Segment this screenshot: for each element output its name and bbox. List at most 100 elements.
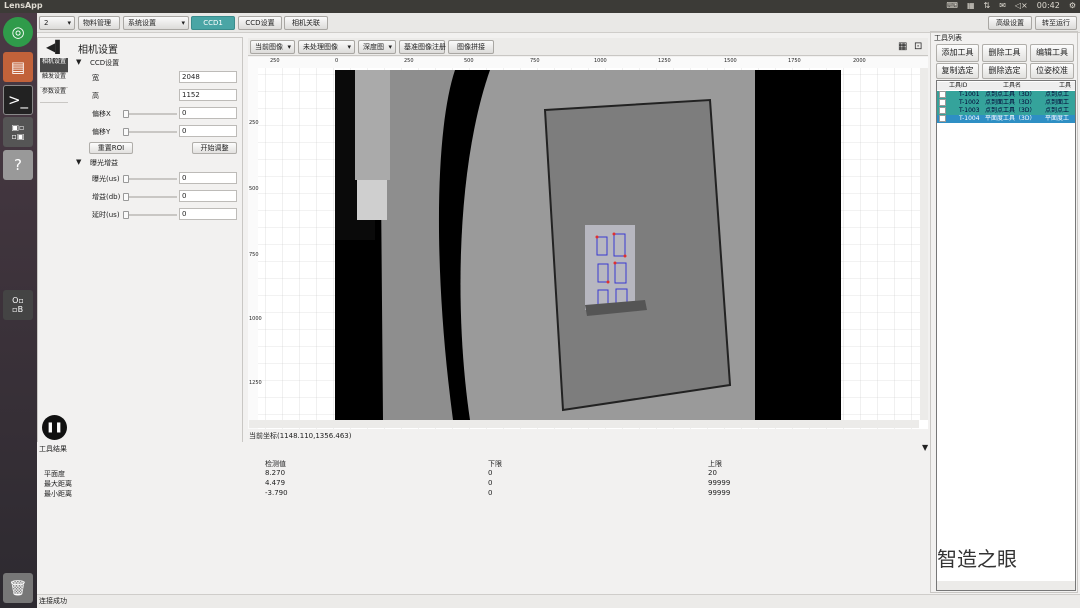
grid-icon[interactable]: ▦ bbox=[967, 1, 975, 10]
network-icon[interactable]: ⇅ bbox=[984, 1, 991, 10]
clock[interactable]: 00:42 bbox=[1037, 1, 1060, 10]
delete-tool-button[interactable]: 删除工具 bbox=[982, 44, 1027, 62]
tab-ccd1[interactable]: CCD1 bbox=[191, 16, 235, 30]
result-value: -3.790 bbox=[265, 489, 288, 497]
delay-label: 延时(us) bbox=[92, 211, 120, 219]
tool-row-selected[interactable]: T-1004 平面度工具（3D） 平面度工 bbox=[937, 115, 1075, 123]
terminal-icon[interactable]: >_ bbox=[3, 85, 33, 115]
height-input[interactable]: 1152 bbox=[179, 89, 237, 101]
reset-roi-button[interactable]: 重置ROI bbox=[89, 142, 133, 154]
col-low-header: 下限 bbox=[488, 460, 502, 468]
add-tool-button[interactable]: 添加工具 bbox=[936, 44, 979, 62]
gain-slider[interactable] bbox=[123, 193, 177, 201]
gear-icon[interactable]: ⚙ bbox=[1069, 1, 1076, 10]
ubuntu-icon[interactable]: ◎ bbox=[3, 17, 33, 47]
result-low: 0 bbox=[488, 479, 493, 487]
unprocessed-dropdown[interactable]: 未处理图像 bbox=[298, 40, 355, 54]
slider-knob[interactable] bbox=[123, 110, 129, 118]
offset-x-input[interactable]: 0 bbox=[179, 107, 237, 119]
tab-param-settings[interactable]: 参数设置 bbox=[40, 88, 68, 103]
exposure-section-chevron-icon[interactable]: ▼ bbox=[76, 158, 81, 166]
ref-register-button[interactable]: 基准图像注册 bbox=[399, 40, 446, 54]
tab-ccd-settings[interactable]: CCD设置 bbox=[238, 16, 282, 30]
depth-image[interactable] bbox=[335, 70, 841, 420]
tab-trigger-settings[interactable]: 触发设置 bbox=[40, 73, 68, 88]
tool-row[interactable]: T-1002 点到面工具（3D） 点到面工 bbox=[937, 99, 1075, 107]
result-value: 8.270 bbox=[265, 469, 286, 477]
horizontal-scrollbar[interactable] bbox=[249, 420, 919, 428]
row-checkbox[interactable] bbox=[939, 115, 946, 122]
tool-list-scrollbar[interactable] bbox=[937, 581, 1075, 590]
width-input[interactable]: 2048 bbox=[179, 71, 237, 83]
slider-knob[interactable] bbox=[123, 193, 129, 201]
vertical-scrollbar[interactable] bbox=[920, 68, 928, 420]
results-collapse-icon[interactable]: ▼ bbox=[922, 443, 928, 452]
help-icon[interactable]: ? bbox=[3, 150, 33, 180]
keyboard-icon[interactable]: ⌨ bbox=[946, 1, 958, 10]
result-name: 最大距离 bbox=[44, 480, 72, 488]
top-ruler: 250 0 250 500 750 1000 1250 1500 1750 20… bbox=[270, 58, 866, 64]
exposure-slider[interactable] bbox=[123, 175, 177, 183]
row-checkbox[interactable] bbox=[939, 99, 946, 106]
status-text: 连接成功 bbox=[39, 597, 67, 605]
slider-knob[interactable] bbox=[123, 211, 129, 219]
tab-camera-settings[interactable]: 相机设置 bbox=[40, 58, 68, 73]
result-high: 99999 bbox=[708, 489, 731, 497]
slider-knob[interactable] bbox=[123, 175, 129, 183]
result-low: 0 bbox=[488, 489, 493, 497]
launcher: ◎ ▤ >_ ▣▫ ▫▣ ? O▫ ▫B 🗑 bbox=[0, 13, 37, 608]
depth-region-block bbox=[357, 180, 387, 220]
row-checkbox[interactable] bbox=[939, 107, 946, 114]
result-name: 最小距离 bbox=[44, 490, 72, 498]
tool-row[interactable]: T-1003 点到点工具（3D） 点到点工 bbox=[937, 107, 1075, 115]
gain-input[interactable]: 0 bbox=[179, 190, 237, 202]
tool-row[interactable]: T-1001 点到点工具（3D） 点到点工 bbox=[937, 91, 1075, 99]
copy-selected-button[interactable]: 复制选定 bbox=[936, 63, 979, 79]
delay-input[interactable]: 0 bbox=[179, 208, 237, 220]
system-settings-dropdown[interactable]: 系统设置 bbox=[123, 16, 189, 30]
offset-x-slider[interactable] bbox=[123, 110, 177, 118]
advanced-settings-button[interactable]: 高级设置 bbox=[988, 16, 1032, 30]
depth-image-content bbox=[335, 70, 841, 420]
offset-y-input[interactable]: 0 bbox=[179, 125, 237, 137]
ccd-section-chevron-icon[interactable]: ▼ bbox=[76, 58, 81, 66]
product-combo[interactable]: 2 bbox=[39, 16, 75, 30]
delay-slider[interactable] bbox=[123, 211, 177, 219]
pause-icon[interactable]: ❚❚ bbox=[42, 415, 67, 440]
offset-x-label: 偏移X bbox=[92, 110, 111, 118]
files-icon[interactable]: ▤ bbox=[3, 52, 33, 82]
row-checkbox[interactable] bbox=[939, 91, 946, 98]
volume-icon[interactable]: ◁× bbox=[1015, 1, 1028, 10]
material-mgmt-button[interactable]: 物料管理 bbox=[78, 16, 120, 30]
mail-icon[interactable]: ✉ bbox=[999, 1, 1006, 10]
edit-tool-button[interactable]: 编辑工具 bbox=[1030, 44, 1074, 62]
exposure-input[interactable]: 0 bbox=[179, 172, 237, 184]
tool-list-title: 工具列表 bbox=[934, 34, 962, 42]
depth-map-dropdown[interactable]: 深度图 bbox=[358, 40, 396, 54]
offset-y-label: 偏移Y bbox=[92, 128, 111, 136]
slider-knob[interactable] bbox=[123, 128, 129, 136]
start-adjust-button[interactable]: 开始调整 bbox=[192, 142, 237, 154]
result-low: 0 bbox=[488, 469, 493, 477]
depth-region-right bbox=[755, 70, 841, 420]
workspace-icon[interactable]: O▫ ▫B bbox=[3, 290, 33, 320]
width-label: 宽 bbox=[92, 74, 99, 82]
trash-icon[interactable]: 🗑 bbox=[3, 573, 33, 603]
panel-title: 相机设置 bbox=[78, 45, 118, 56]
collapse-icon[interactable]: ◀▌ bbox=[46, 40, 64, 54]
system-tray: ⌨ ▦ ⇅ ✉ ◁× 00:42 ⚙ bbox=[946, 1, 1076, 10]
grid-toggle-icon[interactable]: ▦ bbox=[898, 41, 907, 52]
current-image-dropdown[interactable]: 当前图像 bbox=[250, 40, 295, 54]
watermark: 智造之眼 bbox=[937, 547, 1017, 571]
stitch-button[interactable]: 图像拼接 bbox=[448, 40, 494, 54]
tab-camera-link[interactable]: 相机关联 bbox=[284, 16, 328, 30]
delete-selected-button[interactable]: 删除选定 bbox=[982, 63, 1027, 79]
viewer-toolbar: 当前图像 未处理图像 深度图 基准图像注册 图像拼接 ▦ ⊡ bbox=[248, 38, 928, 56]
pose-calib-button[interactable]: 位姿校准 bbox=[1030, 63, 1074, 79]
board-outline bbox=[543, 98, 732, 412]
offset-y-slider[interactable] bbox=[123, 128, 177, 136]
app-grid-icon[interactable]: ▣▫ ▫▣ bbox=[3, 117, 33, 147]
switch-run-button[interactable]: 转至运行 bbox=[1035, 16, 1077, 30]
fit-view-icon[interactable]: ⊡ bbox=[914, 41, 922, 52]
depth-region-block bbox=[355, 70, 390, 180]
